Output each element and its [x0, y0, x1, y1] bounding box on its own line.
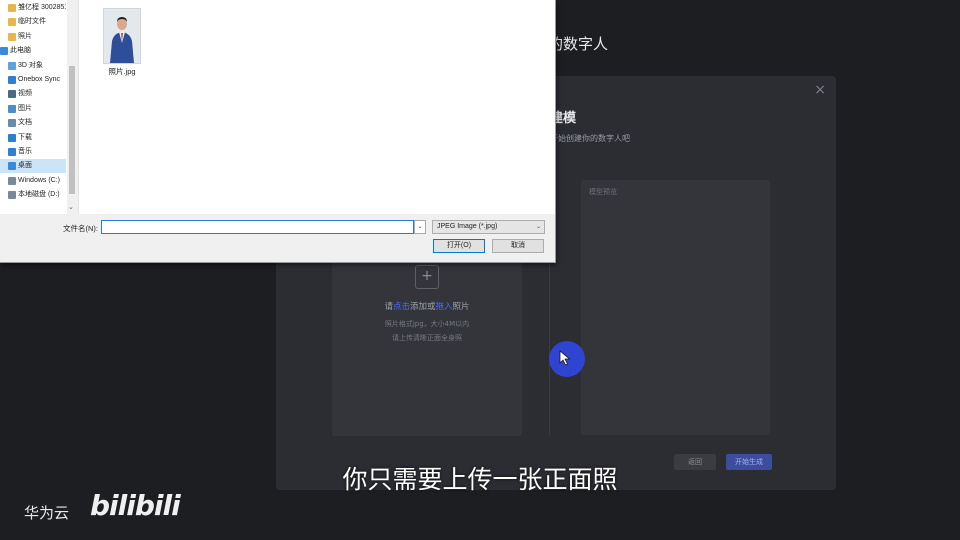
file-list-pane[interactable]: 照片.jpg: [78, 0, 555, 214]
upload-text-after: 照片: [452, 302, 470, 312]
file-name-label[interactable]: 照片.jpg: [99, 66, 145, 77]
nav-item[interactable]: 此电脑: [0, 44, 66, 58]
drive-icon: [8, 176, 16, 185]
nav-item[interactable]: 3D 对象: [0, 59, 66, 73]
computer-icon: [0, 47, 8, 56]
nav-item-label: 文档: [18, 119, 32, 127]
filename-input[interactable]: [101, 220, 414, 234]
portrait-thumbnail-icon: [104, 9, 140, 63]
nav-item[interactable]: 视频: [0, 87, 66, 101]
upload-text-before: 请: [384, 302, 393, 312]
file-open-dialog: 雏亿程 3002851 临时文件照片此电脑 3D 对象 Onebox Sync 视频图片…: [0, 0, 556, 263]
model-preview-panel: 模型预览: [581, 180, 770, 435]
nav-item[interactable]: Windows (C:): [0, 174, 66, 188]
nav-item-label: Onebox Sync: [18, 76, 61, 83]
drive-icon: [8, 191, 16, 200]
sync-icon: [8, 76, 16, 84]
picture-icon: [8, 104, 16, 113]
nav-item-label: 桌面: [18, 162, 32, 170]
nav-item-label: 本地磁盘 (D:): [18, 191, 60, 199]
nav-item-label: 图片: [18, 104, 32, 112]
cursor-highlight: [549, 341, 585, 377]
chevron-down-icon: ⌄: [535, 224, 541, 230]
chevron-down-icon[interactable]: ⌄: [414, 220, 426, 234]
file-item-photo[interactable]: [103, 8, 141, 64]
nav-item[interactable]: 本地磁盘 (D:): [0, 188, 66, 202]
upload-drag-text: 拖入: [435, 302, 453, 312]
filetype-select[interactable]: JPEG Image (*.jpg) ⌄: [432, 220, 545, 234]
nav-item-label: 下载: [18, 133, 32, 141]
nav-item-label: 此电脑: [10, 47, 31, 55]
cube-icon: [8, 61, 16, 70]
navigation-pane: 雏亿程 3002851 临时文件照片此电脑 3D 对象 Onebox Sync 视频图片…: [0, 0, 70, 214]
nav-item-label: Windows (C:): [18, 176, 61, 184]
folder-icon: [8, 4, 16, 12]
modal-subtitle: 开始创建你的数字人吧: [550, 134, 630, 143]
filetype-value: JPEG Image (*.jpg): [437, 223, 498, 230]
nav-item[interactable]: 图片: [0, 102, 66, 116]
upload-text-middle: 添加或: [409, 302, 436, 312]
nav-item[interactable]: 桌面: [0, 159, 66, 174]
mouse-pointer-icon: [559, 350, 571, 366]
open-button[interactable]: 打开(O): [433, 239, 485, 253]
close-icon[interactable]: ×: [814, 82, 826, 98]
scroll-down-icon[interactable]: ⌄: [68, 203, 74, 211]
download-icon: [8, 133, 16, 142]
upload-click-link[interactable]: 点击: [393, 302, 410, 312]
brand-watermark: 华为云: [24, 504, 70, 522]
plus-icon[interactable]: +: [415, 265, 439, 289]
nav-item-label: 3D 对象: [18, 61, 43, 69]
document-icon: [8, 119, 16, 128]
video-icon: [8, 90, 16, 99]
nav-item-label: 雏亿程 3002851: [18, 4, 66, 11]
nav-item[interactable]: Onebox Sync: [0, 73, 66, 87]
preview-label: 模型预览: [589, 188, 617, 196]
nav-item-label: 视频: [18, 90, 32, 98]
desktop-icon: [8, 162, 16, 171]
nav-item[interactable]: 文档: [0, 116, 66, 130]
nav-item[interactable]: 照片: [0, 30, 66, 44]
upload-hint-format: 照片格式jpg，大小4M以内: [384, 320, 470, 328]
nav-item-label: 临时文件: [18, 18, 46, 26]
nav-item[interactable]: 雏亿程 3002851: [0, 1, 66, 15]
nav-scroll-thumb[interactable]: [69, 66, 75, 194]
cancel-button[interactable]: 取消: [492, 239, 544, 253]
upload-hint-photo: 请上传清晰正面全身照: [392, 334, 462, 342]
upload-instruction: 请点击添加或拖入照片: [332, 300, 522, 312]
page-title: 的数字人: [548, 35, 609, 53]
nav-item-label: 照片: [18, 32, 32, 40]
folder-icon: [8, 18, 16, 27]
filename-label: 文件名(N):: [63, 224, 98, 233]
nav-item[interactable]: 临时文件: [0, 15, 66, 29]
nav-scrollbar[interactable]: ⌄: [67, 0, 77, 214]
folder-icon: [8, 32, 16, 41]
nav-item-label: 音乐: [18, 148, 32, 155]
nav-item[interactable]: 音乐: [0, 145, 66, 159]
bilibili-logo: bilibili: [90, 489, 181, 522]
music-icon: [8, 148, 16, 156]
nav-item[interactable]: 下载: [0, 131, 66, 145]
